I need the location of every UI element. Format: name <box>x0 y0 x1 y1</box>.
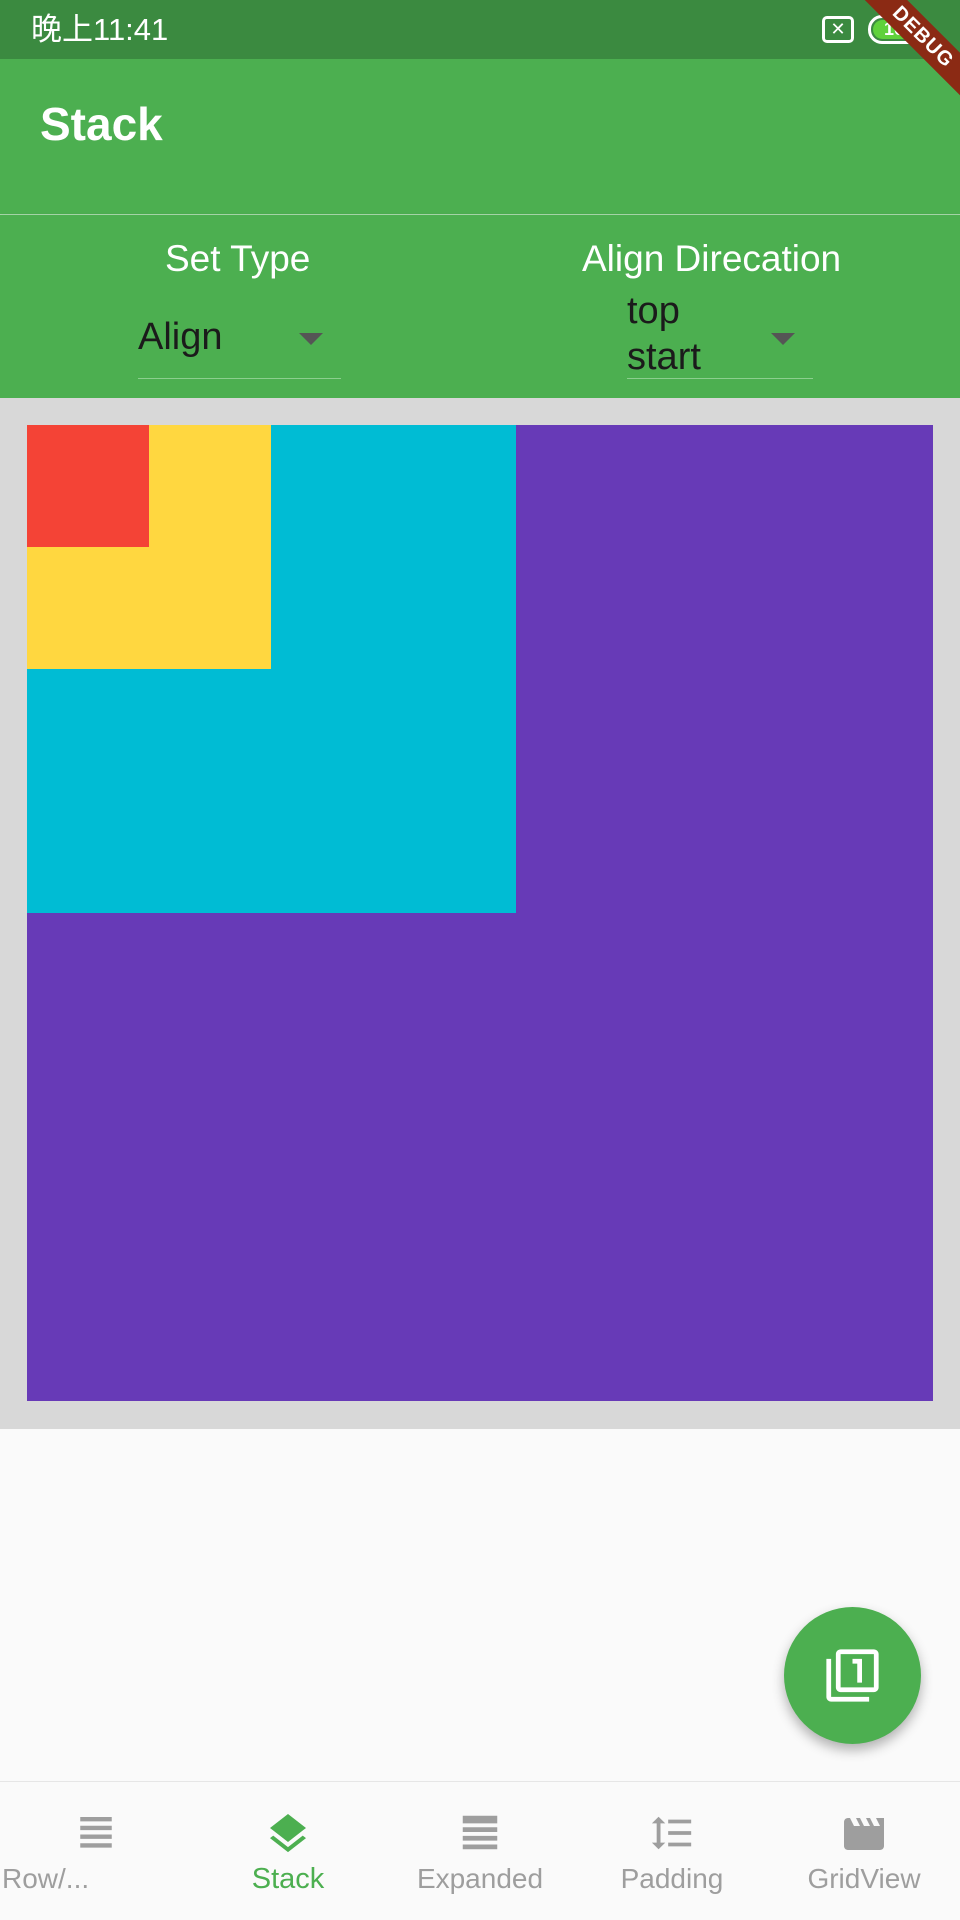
nav-item-gridview[interactable]: GridView <box>768 1782 960 1920</box>
nav-item-row[interactable]: Row/... <box>0 1782 192 1920</box>
page-title: Stack <box>40 98 163 150</box>
set-type-label: Set Type <box>165 238 311 279</box>
align-direction-label: Align Direcation <box>582 238 842 279</box>
nav-label-row: Row/... <box>2 1863 90 1894</box>
format-line-spacing-icon <box>651 1816 692 1850</box>
set-type-dropdown[interactable]: Align <box>138 297 341 379</box>
set-type-value: Align <box>138 316 223 358</box>
floating-action-button[interactable] <box>784 1607 921 1744</box>
nav-label-gridview: GridView <box>807 1863 921 1894</box>
filter-1-icon <box>826 1649 879 1702</box>
sim-icon-glyph: ✕ <box>830 19 846 39</box>
align-direction-dropdown[interactable]: top start <box>627 290 813 379</box>
controls-panel: Set Type Align Direcation Align top star… <box>0 215 960 398</box>
movie-icon <box>844 1818 884 1850</box>
app-bar: Stack <box>0 59 960 214</box>
stack-area <box>0 398 960 1429</box>
align-direction-value-line1: top <box>627 290 680 332</box>
nav-item-stack[interactable]: Stack <box>192 1782 384 1920</box>
nav-label-stack: Stack <box>251 1863 325 1895</box>
sim-icon: ✕ <box>822 16 854 43</box>
chevron-down-icon <box>299 333 323 345</box>
nav-label-expanded: Expanded <box>416 1863 544 1894</box>
view-headline-icon <box>462 1815 498 1850</box>
chevron-down-icon <box>771 333 795 345</box>
layers-icon <box>270 1814 306 1853</box>
nav-item-expanded[interactable]: Expanded <box>384 1782 576 1920</box>
nav-label-padding: Padding <box>620 1863 724 1894</box>
bottom-navigation: Row/... Stack Expanded Padding GridView <box>0 1781 960 1920</box>
nav-item-padding[interactable]: Padding <box>576 1782 768 1920</box>
stack-box-red <box>27 425 149 547</box>
screen: 晚上11:41 ✕ 100 Stack Set Type Align Direc… <box>0 0 960 1920</box>
status-bar: 晚上11:41 ✕ 100 <box>0 0 960 59</box>
align-direction-value-line2: start <box>627 336 701 378</box>
status-time: 晚上11:41 <box>31 12 169 47</box>
menu-lines-icon <box>80 1817 112 1848</box>
